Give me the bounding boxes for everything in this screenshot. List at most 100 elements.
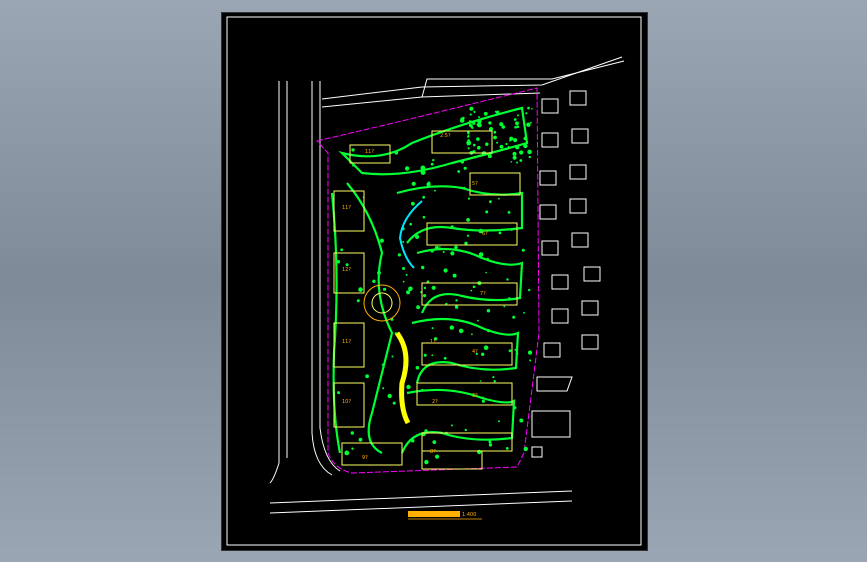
tree-mark	[471, 126, 474, 129]
tree-mark	[350, 431, 354, 435]
plot-label: 9?	[362, 455, 368, 461]
tree-mark	[485, 142, 489, 146]
tree-mark	[443, 356, 447, 360]
tree-mark	[512, 151, 517, 156]
tree-mark	[402, 267, 405, 270]
tree-mark	[516, 161, 519, 164]
tree-mark	[515, 121, 519, 126]
tree-mark	[457, 170, 461, 173]
tree-mark	[406, 384, 411, 390]
tree-mark	[449, 325, 454, 330]
tree-mark	[507, 211, 511, 214]
tree-mark	[460, 160, 465, 164]
tree-mark	[455, 299, 458, 302]
tree-mark	[458, 328, 464, 334]
tree-mark	[478, 252, 484, 257]
plot-label: 6?	[482, 231, 488, 237]
tree-mark	[379, 238, 384, 243]
tree-mark	[443, 268, 448, 273]
tree-mark	[525, 112, 528, 115]
tree-mark	[394, 150, 399, 155]
tree-mark	[471, 333, 473, 336]
tree-mark	[513, 138, 518, 143]
tree-mark	[377, 271, 381, 275]
tree-mark	[421, 388, 424, 392]
planting-areas	[330, 106, 529, 454]
south-road	[269, 490, 573, 514]
plot-label: 11?	[342, 205, 351, 211]
tree-mark	[512, 315, 516, 319]
tree-mark	[494, 110, 497, 113]
north-road	[321, 56, 625, 108]
west-road	[269, 81, 341, 484]
tree-mark	[439, 246, 441, 248]
tree-mark	[382, 387, 385, 390]
tree-mark	[526, 122, 531, 127]
tree-mark	[489, 200, 492, 204]
tree-mark	[527, 350, 533, 355]
tree-mark	[477, 122, 482, 128]
tree-mark	[404, 166, 410, 171]
plot-label: 11?	[365, 149, 374, 155]
tree-mark	[463, 186, 466, 190]
tree-mark	[521, 248, 525, 252]
tree-mark	[411, 181, 416, 186]
plot-label: 10?	[342, 399, 351, 405]
tree-mark	[454, 305, 459, 309]
tree-mark	[509, 139, 511, 142]
tree-mark	[421, 265, 425, 270]
tree-mark	[352, 164, 355, 167]
tree-mark	[515, 145, 520, 150]
tree-mark	[427, 181, 431, 185]
tree-mark	[477, 145, 481, 150]
tree-mark	[416, 305, 420, 310]
tree-mark	[470, 289, 473, 292]
tree-mark	[432, 440, 437, 444]
tree-mark	[337, 391, 341, 395]
tree-mark	[468, 120, 472, 124]
tree-mark	[496, 141, 499, 144]
tree-mark	[430, 162, 434, 166]
tree-mark	[381, 363, 384, 366]
tree-mark	[493, 130, 497, 134]
tree-mark	[402, 240, 405, 243]
tree-mark	[432, 159, 435, 162]
tree-mark	[420, 170, 426, 175]
tree-mark	[467, 147, 470, 150]
tree-mark	[498, 420, 500, 423]
tree-mark	[345, 263, 349, 267]
tree-mark	[505, 447, 509, 450]
tree-mark	[499, 144, 504, 149]
plot-label: 5?	[472, 181, 478, 187]
tree-mark	[487, 329, 491, 333]
tree-mark	[472, 285, 476, 289]
tree-mark	[467, 134, 470, 136]
tree-mark	[517, 114, 519, 117]
tree-mark	[477, 319, 479, 322]
tree-mark	[531, 108, 533, 110]
tree-mark	[464, 241, 468, 245]
scale-label: 1:400	[462, 512, 476, 518]
tree-mark	[431, 327, 434, 330]
tree-mark	[423, 286, 427, 290]
tree-mark	[511, 229, 513, 232]
tree-mark	[528, 288, 531, 292]
tree-mark	[485, 271, 488, 274]
tree-mark	[430, 249, 434, 253]
tree-mark	[340, 248, 344, 252]
tree-mark	[473, 110, 476, 113]
tree-mark	[481, 399, 485, 403]
tree-mark	[478, 116, 480, 119]
tree-mark	[508, 297, 511, 300]
tree-mark	[415, 365, 420, 370]
tree-mark	[522, 143, 524, 145]
tree-mark	[514, 348, 517, 351]
plot-label: 2.5?	[440, 133, 451, 139]
tree-mark	[358, 287, 363, 292]
tree-mark	[498, 197, 500, 200]
title-bar	[408, 511, 460, 517]
villa-blocks	[531, 90, 601, 458]
tree-mark	[450, 424, 453, 427]
tree-mark	[483, 111, 488, 116]
tree-mark	[356, 299, 360, 303]
